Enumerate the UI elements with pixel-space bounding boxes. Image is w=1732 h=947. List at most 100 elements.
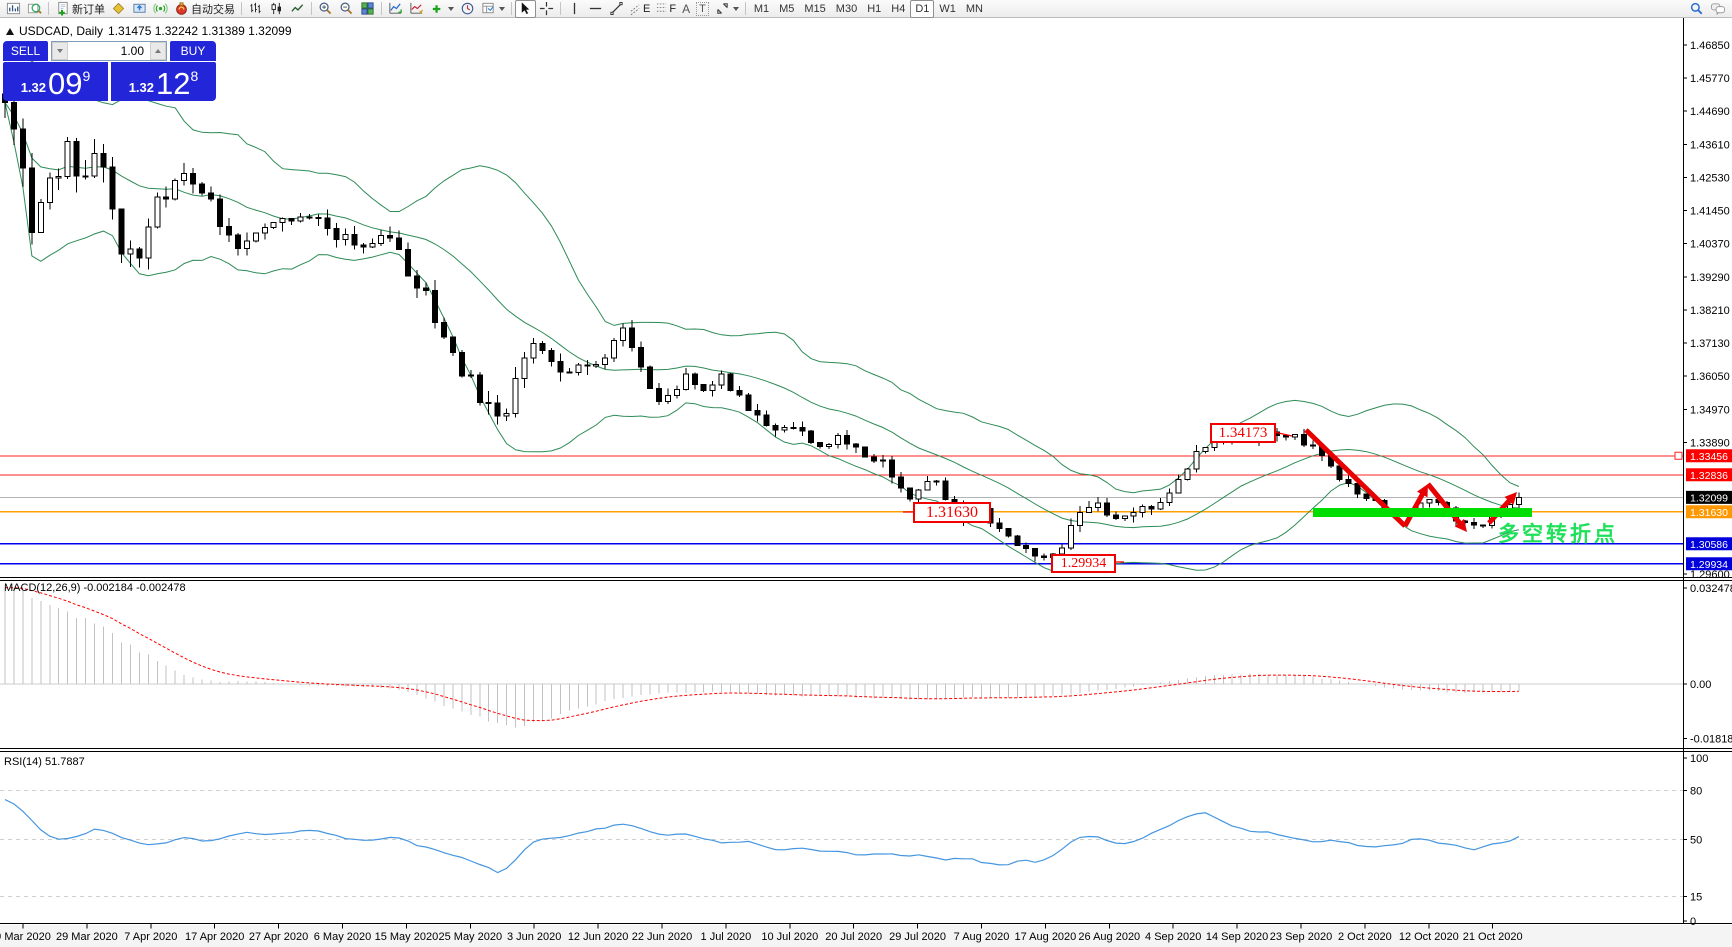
- candle-body: [862, 447, 867, 457]
- timeframe-d1-button[interactable]: D1: [910, 0, 934, 18]
- sell-button[interactable]: SELL: [3, 41, 48, 61]
- date-label: 21 Oct 2020: [1463, 931, 1523, 943]
- signal-button[interactable]: [150, 0, 171, 18]
- indicators-button[interactable]: [385, 0, 406, 18]
- cursor-icon: [518, 1, 533, 16]
- chat-button[interactable]: [1707, 0, 1729, 18]
- candle-body: [513, 378, 518, 413]
- axis-label: 1.42530: [1690, 172, 1730, 184]
- axis-label: 1.37130: [1690, 338, 1730, 350]
- trendline-tool-button[interactable]: [606, 0, 627, 18]
- text-tool-button[interactable]: A: [679, 0, 693, 18]
- candle-body: [83, 176, 88, 177]
- publish-icon: [132, 1, 147, 16]
- cursor-tool-button[interactable]: [515, 0, 536, 18]
- templates-button[interactable]: [478, 0, 508, 18]
- timeframe-m15-button[interactable]: M15: [799, 0, 830, 18]
- candle-body: [235, 235, 240, 249]
- candle-body: [1015, 536, 1020, 546]
- support-zone-bar[interactable]: [1313, 508, 1532, 517]
- candlestick-button[interactable]: [266, 0, 287, 18]
- price-badge-text: 1.29934: [1690, 559, 1728, 571]
- buy-price-prefix: 1.32: [129, 80, 154, 95]
- chart-canvas[interactable]: 1.468501.457701.446901.436101.425301.414…: [0, 0, 1732, 947]
- crosshair-tool-button[interactable]: [536, 0, 557, 18]
- volume-increase-button[interactable]: [150, 42, 166, 60]
- candle-body: [307, 217, 312, 218]
- candle-body: [388, 236, 393, 239]
- candle-body: [773, 425, 778, 430]
- vertical-line-tool-button[interactable]: [564, 0, 585, 18]
- timeframe-w1-button[interactable]: W1: [934, 0, 961, 18]
- date-label: 25 May 2020: [438, 931, 502, 943]
- price-badge-text: 1.33456: [1690, 451, 1728, 463]
- search-button[interactable]: [1686, 0, 1707, 18]
- candle-body: [226, 227, 231, 235]
- fibonacci-icon: [656, 1, 667, 16]
- buy-price-big: 12: [156, 69, 190, 98]
- candle-body: [137, 249, 142, 258]
- horizontal-line-tool-button[interactable]: [585, 0, 606, 18]
- candle-body: [1481, 525, 1486, 526]
- zoom-in-icon: [318, 1, 333, 16]
- eraser-button[interactable]: [108, 0, 129, 18]
- zoom-out-button[interactable]: [336, 0, 357, 18]
- timeframe-mn-button[interactable]: MN: [961, 0, 988, 18]
- annotation-note-text[interactable]: 多空转折点: [1498, 518, 1618, 548]
- candle-body: [907, 488, 912, 499]
- period-clock-button[interactable]: [457, 0, 478, 18]
- date-label: 14 Sep 2020: [1206, 931, 1268, 943]
- candle-body: [1364, 494, 1369, 499]
- equidistant-channel-tool-button[interactable]: E: [627, 0, 653, 18]
- timeframe-h1-button[interactable]: H1: [862, 0, 886, 18]
- candle-body: [782, 428, 787, 431]
- candle-body: [325, 218, 330, 228]
- annotation-low-price[interactable]: 1.29934: [1051, 554, 1116, 573]
- candle-body: [728, 374, 733, 390]
- candle-body: [110, 167, 115, 209]
- candle-body: [11, 102, 16, 129]
- tile-windows-button[interactable]: [357, 0, 378, 18]
- zoom-in-button[interactable]: [315, 0, 336, 18]
- date-label: 7 Apr 2020: [124, 931, 177, 943]
- timeframe-m1-button[interactable]: M1: [749, 0, 774, 18]
- candlestick-icon: [269, 1, 284, 16]
- candle-body: [585, 365, 590, 366]
- candle-body: [755, 410, 760, 414]
- new-order-button[interactable]: 新订单: [52, 0, 108, 18]
- text-label-tool-button[interactable]: T: [693, 0, 712, 18]
- candle-body: [818, 443, 823, 447]
- candle-body: [155, 197, 160, 227]
- date-label: 22 Jun 2020: [632, 931, 693, 943]
- profiles-button[interactable]: [24, 0, 45, 18]
- buy-button[interactable]: BUY: [170, 41, 216, 61]
- arrows-tool-button[interactable]: [712, 0, 742, 18]
- line-chart-button[interactable]: [287, 0, 308, 18]
- timeframe-m30-button[interactable]: M30: [831, 0, 862, 18]
- annotation-high-price[interactable]: 1.34173: [1210, 423, 1276, 443]
- buy-price-display[interactable]: 1.32 12 8: [111, 62, 216, 101]
- candle-body: [477, 375, 482, 403]
- candlesticks: [3, 84, 1522, 563]
- publish-button[interactable]: [129, 0, 150, 18]
- indicator-list-button[interactable]: [406, 0, 427, 18]
- bar-chart-button[interactable]: [245, 0, 266, 18]
- annotation-support-price[interactable]: 1.31630: [913, 502, 991, 523]
- add-indicator-button[interactable]: [427, 0, 457, 18]
- timeframe-h4-button[interactable]: H4: [886, 0, 910, 18]
- date-label: 27 Apr 2020: [249, 931, 308, 943]
- candle-body: [486, 403, 491, 404]
- timeframe-m5-button[interactable]: M5: [774, 0, 799, 18]
- volume-input[interactable]: 1.00: [68, 42, 150, 60]
- new-order-icon: [55, 1, 70, 16]
- volume-decrease-button[interactable]: [52, 42, 68, 60]
- candle-body: [710, 385, 715, 391]
- candle-body: [370, 243, 375, 247]
- autotrading-button[interactable]: 自动交易: [171, 0, 238, 18]
- candle-body: [217, 199, 222, 227]
- candle-body: [361, 245, 366, 247]
- candle-body: [56, 177, 61, 179]
- fibonacci-tool-button[interactable]: F: [653, 0, 679, 18]
- sell-price-display[interactable]: 1.32 09 9: [3, 62, 108, 101]
- new-chart-button[interactable]: [3, 0, 24, 18]
